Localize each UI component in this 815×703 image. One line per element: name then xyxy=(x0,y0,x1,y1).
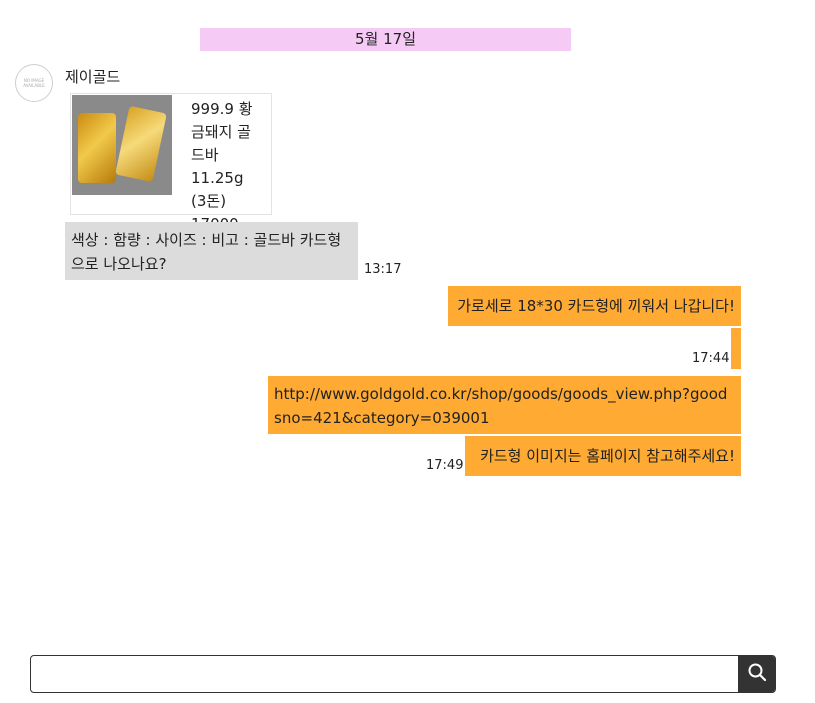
gold-bar-shape xyxy=(78,113,116,183)
search-icon xyxy=(747,662,767,686)
message-bubble-outgoing xyxy=(731,328,741,369)
product-image xyxy=(72,95,172,195)
message-bubble-incoming: 색상 : 함량 : 사이즈 : 비고 : 골드바 카드형으로 나오나요? xyxy=(65,222,358,280)
message-time: 17:44 xyxy=(692,351,730,366)
search-bar xyxy=(30,655,776,693)
sender-name: 제이골드 xyxy=(65,68,121,86)
message-bubble-outgoing: 가로세로 18*30 카드형에 끼워서 나갑니다! xyxy=(448,286,741,326)
product-card[interactable]: 999.9 황금돼지 골드바 11.25g (3돈) 17000 xyxy=(70,93,272,233)
product-info: 999.9 황금돼지 골드바 11.25g (3돈) 17000 xyxy=(191,98,261,236)
sender-avatar: NO IMAGE AVAILABLE xyxy=(15,64,53,102)
message-bubble-outgoing: 카드형 이미지는 홈페이지 참고해주세요! xyxy=(465,436,741,476)
product-title: 999.9 황금돼지 골드바 11.25g (3돈) xyxy=(191,100,253,210)
message-time: 17:49 xyxy=(426,458,464,473)
search-button[interactable] xyxy=(738,656,775,692)
gold-bar-shape xyxy=(115,105,167,183)
message-time: 13:17 xyxy=(364,262,402,277)
date-divider: 5월 17일 xyxy=(200,28,571,51)
message-bubble-link[interactable]: http://www.goldgold.co.kr/shop/goods/goo… xyxy=(268,376,741,434)
avatar-placeholder-text: NO IMAGE AVAILABLE xyxy=(23,78,45,88)
search-input[interactable] xyxy=(31,656,738,692)
